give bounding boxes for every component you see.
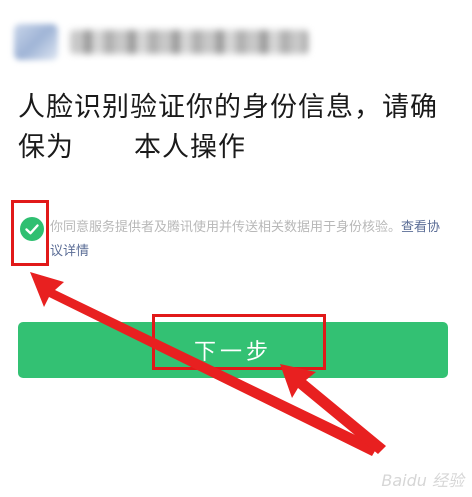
annotation-arrows — [30, 272, 386, 456]
arrow-to-checkbox — [30, 272, 378, 456]
watermark: Baidu 经验 — [381, 471, 464, 490]
